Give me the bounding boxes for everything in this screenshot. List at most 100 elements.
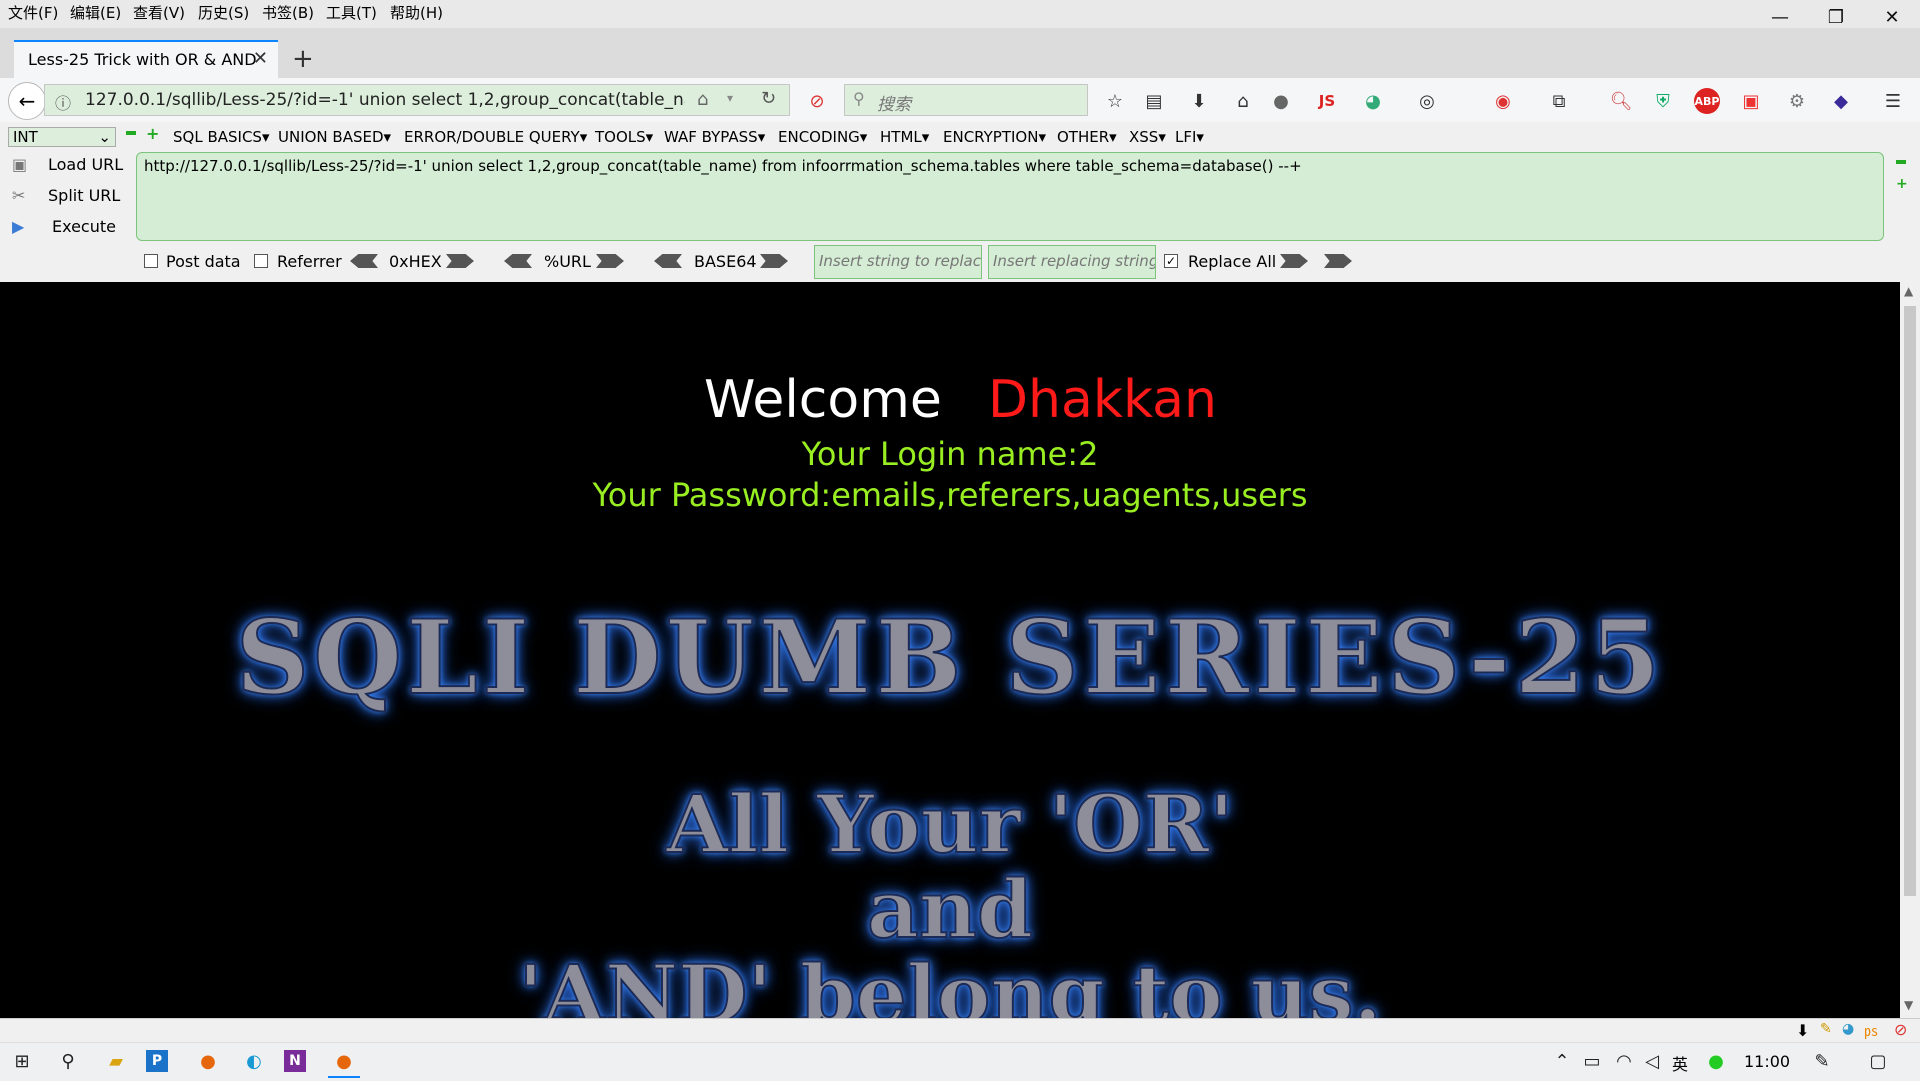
shield-icon[interactable]: ⛨ bbox=[1650, 88, 1676, 114]
menu-union-based[interactable]: UNION BASED▾ bbox=[278, 128, 391, 146]
home-icon[interactable]: ⌂ bbox=[1230, 88, 1256, 114]
volume-icon[interactable]: ◁ bbox=[1636, 1046, 1668, 1076]
addon-ghost-icon[interactable]: ● bbox=[1268, 88, 1294, 114]
reload-icon[interactable]: ↻ bbox=[761, 88, 776, 109]
home-page-icon[interactable]: ⌂ bbox=[697, 89, 708, 110]
welcome-text: Welcome bbox=[704, 370, 942, 430]
chevron-up-icon[interactable]: ⌃ bbox=[1546, 1046, 1578, 1076]
share-icon[interactable]: ⧉ bbox=[1546, 88, 1572, 114]
split-url-icon: ✂ bbox=[12, 186, 26, 205]
onenote-icon[interactable]: N bbox=[284, 1050, 306, 1072]
replace-all-label: Replace All bbox=[1188, 252, 1277, 271]
menu-bookmarks[interactable]: 书签(B) bbox=[262, 2, 314, 23]
library-icon[interactable]: ▤ bbox=[1141, 88, 1167, 114]
referrer-label: Referrer bbox=[277, 252, 342, 271]
password-text: Your Password:emails,referers,uagents,us… bbox=[592, 476, 1308, 514]
settings-gear-icon[interactable]: ⚙ bbox=[1784, 88, 1810, 114]
vertical-scrollbar[interactable]: ▲ ▼ bbox=[1900, 282, 1920, 1018]
url-text[interactable]: 127.0.0.1/sqllib/Less-25/?id=-1' union s… bbox=[85, 90, 685, 110]
download-arrow-icon[interactable]: ⬇ bbox=[1796, 1021, 1809, 1040]
menu-encoding[interactable]: ENCODING▾ bbox=[778, 128, 867, 146]
referrer-checkbox[interactable] bbox=[254, 254, 268, 268]
menu-xss[interactable]: XSS▾ bbox=[1129, 128, 1166, 146]
hackbar-type-select[interactable]: INT ⌄ bbox=[8, 127, 116, 147]
plus-icon[interactable]: + bbox=[146, 124, 159, 143]
browser-status-bar: ⬇ ✎ ◕ ㎰ ⊘ bbox=[0, 1018, 1920, 1043]
tray-pen-icon[interactable]: ✎ bbox=[1806, 1046, 1838, 1076]
menu-help[interactable]: 帮助(H) bbox=[390, 2, 443, 23]
hex-label: 0xHEX bbox=[389, 252, 442, 271]
chevron-down-icon[interactable]: ▾ bbox=[727, 91, 733, 105]
menu-error-double-query[interactable]: ERROR/DOUBLE QUERY▾ bbox=[404, 128, 587, 146]
tab-title: Less-25 Trick with OR & AND bbox=[28, 50, 257, 69]
scroll-thumb[interactable] bbox=[1904, 306, 1916, 896]
execute-button[interactable]: ▶ Execute bbox=[12, 217, 116, 236]
back-button[interactable]: ← bbox=[8, 82, 46, 120]
addon-status-icon[interactable]: ✎ bbox=[1820, 1021, 1832, 1037]
tab-active[interactable]: Less-25 Trick with OR & AND ✕ bbox=[14, 40, 278, 78]
hamburger-menu-icon[interactable]: ☰ bbox=[1880, 88, 1906, 114]
info-icon[interactable]: ⓘ bbox=[55, 90, 71, 114]
menu-other[interactable]: OTHER▾ bbox=[1057, 128, 1117, 146]
menu-encryption[interactable]: ENCRYPTION▾ bbox=[943, 128, 1046, 146]
addon-square-icon[interactable]: ▣ bbox=[1738, 88, 1764, 114]
tray-app-icon[interactable]: ● bbox=[1700, 1046, 1732, 1076]
close-tab-icon[interactable]: ✕ bbox=[253, 48, 268, 69]
download-icon[interactable]: ⬇ bbox=[1186, 88, 1212, 114]
search-bar[interactable]: ⚲ 搜索 bbox=[844, 84, 1088, 116]
hackbar-type-value: INT bbox=[13, 128, 38, 146]
search-placeholder: 搜索 bbox=[877, 95, 911, 115]
menu-history[interactable]: 历史(S) bbox=[198, 2, 249, 23]
post-data-label: Post data bbox=[166, 252, 241, 271]
palette-icon[interactable]: ◎ bbox=[1414, 88, 1440, 114]
addon-diamond-icon[interactable]: ◆ bbox=[1828, 88, 1854, 114]
menu-tools[interactable]: 工具(T) bbox=[326, 2, 377, 23]
addon-red-icon[interactable]: ◉ bbox=[1490, 88, 1516, 114]
addon-globe-small-icon[interactable]: ◕ bbox=[1842, 1021, 1854, 1037]
load-url-button[interactable]: ▣ Load URL bbox=[12, 155, 123, 174]
menu-html[interactable]: HTML▾ bbox=[880, 128, 929, 146]
menu-view[interactable]: 查看(V) bbox=[133, 2, 185, 23]
replace-string-input[interactable]: Insert string to replace bbox=[814, 245, 982, 279]
block-status-icon[interactable]: ⊘ bbox=[1894, 1020, 1907, 1039]
scroll-down-icon[interactable]: ▼ bbox=[1904, 998, 1913, 1012]
minus-icon[interactable] bbox=[1896, 160, 1906, 164]
firefox-active-icon[interactable]: ● bbox=[328, 1046, 360, 1078]
split-url-button[interactable]: ✂ Split URL bbox=[12, 186, 120, 205]
windows-start-icon[interactable]: ⊞ bbox=[6, 1046, 38, 1076]
menu-edit[interactable]: 编辑(E) bbox=[70, 2, 121, 23]
menu-lfi[interactable]: LFI▾ bbox=[1175, 128, 1204, 146]
execute-play-icon: ▶ bbox=[12, 217, 25, 236]
url-bar[interactable]: ⓘ 127.0.0.1/sqllib/Less-25/?id=-1' union… bbox=[44, 84, 790, 116]
menu-waf-bypass[interactable]: WAF BYPASS▾ bbox=[664, 128, 765, 146]
menu-tools-hackbar[interactable]: TOOLS▾ bbox=[595, 128, 653, 146]
plus-icon[interactable]: + bbox=[1896, 176, 1908, 192]
minus-icon[interactable] bbox=[126, 131, 136, 135]
edge-icon[interactable]: ◐ bbox=[238, 1046, 270, 1076]
replacing-string-input[interactable]: Insert replacing string bbox=[988, 245, 1156, 279]
post-data-checkbox[interactable] bbox=[144, 254, 158, 268]
addon-pr-icon[interactable]: ㎰ bbox=[1864, 1021, 1878, 1041]
search-icon[interactable]: ⚲ bbox=[52, 1046, 84, 1076]
input-method-indicator[interactable]: 英 bbox=[1672, 1051, 1688, 1075]
adblock-icon[interactable]: ABP bbox=[1694, 88, 1720, 114]
bookmark-star-icon[interactable]: ☆ bbox=[1102, 88, 1128, 114]
file-explorer-icon[interactable]: ▰ bbox=[100, 1046, 132, 1076]
javascript-toggle-icon[interactable]: JS bbox=[1314, 88, 1340, 114]
new-tab-button[interactable]: + bbox=[292, 44, 314, 74]
menu-sql-basics[interactable]: SQL BASICS▾ bbox=[173, 128, 269, 146]
notifications-icon[interactable]: ▢ bbox=[1862, 1046, 1894, 1076]
login-name-text: Your Login name:2 bbox=[801, 435, 1099, 473]
menu-file[interactable]: 文件(F) bbox=[8, 2, 58, 23]
clock[interactable]: 11:00 bbox=[1744, 1052, 1790, 1071]
scroll-up-icon[interactable]: ▲ bbox=[1904, 284, 1913, 298]
hackbar-url-textarea[interactable]: http://127.0.0.1/sqllib/Less-25/?id=-1' … bbox=[136, 152, 1884, 241]
replace-all-checkbox[interactable]: ✓ bbox=[1164, 254, 1178, 268]
app-p-icon[interactable]: P bbox=[146, 1050, 168, 1072]
block-icon[interactable]: ⊘ bbox=[804, 88, 830, 114]
zoom-icon[interactable]: 🔍︎ bbox=[1608, 88, 1634, 114]
battery-icon[interactable]: ▭ bbox=[1576, 1046, 1608, 1076]
addon-globe-icon[interactable]: ◕ bbox=[1360, 88, 1386, 114]
menu-bar: 文件(F) 编辑(E) 查看(V) 历史(S) 书签(B) 工具(T) 帮助(H… bbox=[0, 0, 1920, 28]
firefox-icon[interactable]: ● bbox=[192, 1046, 224, 1076]
